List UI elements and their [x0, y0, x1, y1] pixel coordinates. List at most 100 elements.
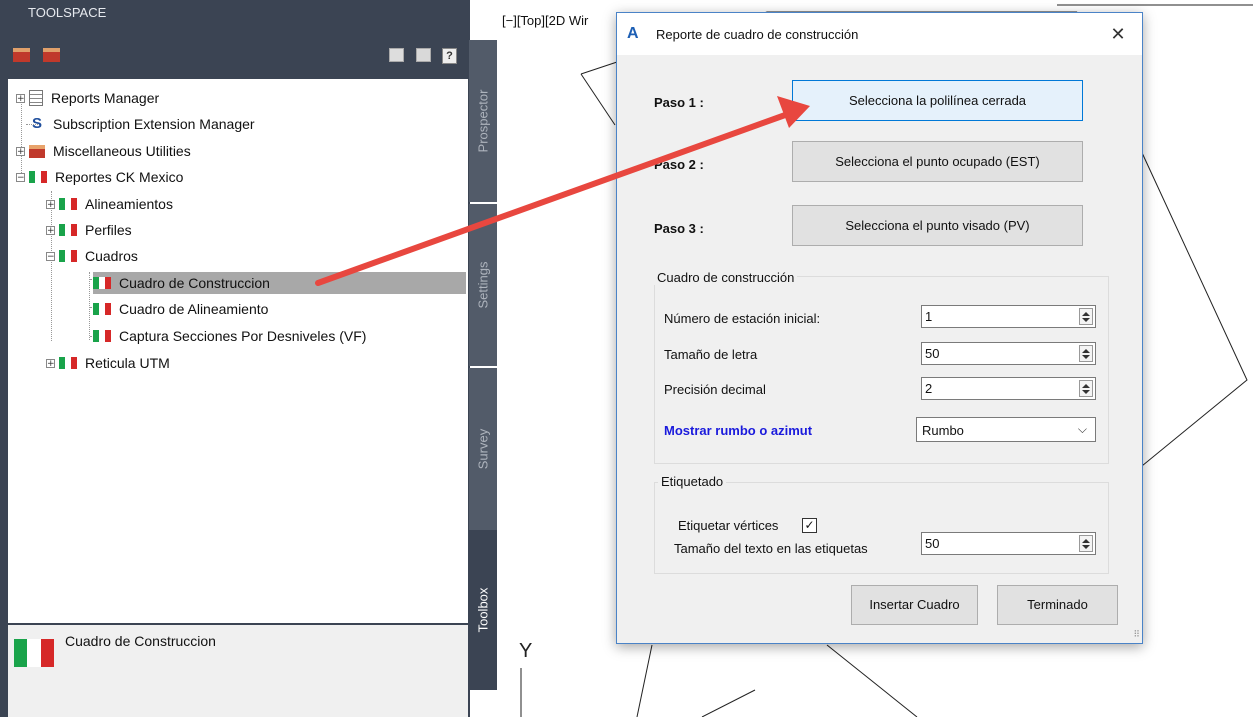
tab-toolbox[interactable]: Toolbox [469, 530, 497, 690]
rumbo-azimut-select[interactable]: Rumbo ⌵ [916, 417, 1096, 442]
list-view-icon[interactable] [416, 48, 431, 62]
expand-icon[interactable]: + [46, 225, 55, 235]
etiquetar-checkbox[interactable]: ✓ [802, 518, 817, 533]
insertar-cuadro-button[interactable]: Insertar Cuadro [851, 585, 978, 625]
mexico-flag-icon [29, 171, 47, 183]
chevron-down-icon: ⌵ [1077, 422, 1087, 436]
toolspace-title: TOOLSPACE [0, 0, 470, 38]
tree-item-label: Cuadros [85, 248, 138, 264]
paso2-label: Paso 2 : [654, 157, 704, 172]
tree-item-label: Alineamientos [85, 196, 173, 212]
tree-item-label: Perfiles [85, 222, 132, 238]
tree-item-subscription-extension-manager[interactable]: S Subscription Extension Manager [29, 113, 255, 135]
tree-item-label: Subscription Extension Manager [53, 116, 255, 132]
stepper-value: 50 [925, 346, 940, 361]
select-polyline-button[interactable]: Selecciona la polilínea cerrada [792, 80, 1083, 121]
expand-icon[interactable]: + [16, 93, 25, 103]
tree-item-label: Cuadro de Alineamiento [119, 301, 269, 317]
tab-prospector[interactable]: Prospector [469, 40, 497, 202]
toolbox-icon[interactable] [13, 48, 30, 62]
precision-label: Precisión decimal [664, 382, 766, 397]
tree-item-perfiles[interactable]: + Perfiles [46, 219, 132, 241]
spin-arrows-icon[interactable] [1079, 308, 1093, 325]
letra-label: Tamaño de letra [664, 347, 758, 362]
spin-arrows-icon[interactable] [1079, 380, 1093, 397]
tree-item-label: Miscellaneous Utilities [53, 143, 191, 159]
select-sighted-point-button[interactable]: Selecciona el punto visado (PV) [792, 205, 1083, 246]
mexico-flag-icon [59, 357, 77, 369]
ucs-y-label: Y [519, 640, 533, 662]
rumbo-label: Mostrar rumbo o azimut [664, 423, 813, 438]
tree-item-label: Reports Manager [51, 90, 160, 106]
item-detail-pane: Cuadro de Construccion [8, 625, 468, 717]
tree-view-icon[interactable] [389, 48, 404, 62]
etiquetar-label: Etiquetar vértices [678, 518, 779, 533]
spin-arrows-icon[interactable] [1079, 345, 1093, 362]
tree-item-label: Reticula UTM [85, 355, 170, 371]
tab-label: Toolbox [475, 587, 491, 633]
terminado-button[interactable]: Terminado [997, 585, 1118, 625]
toolspace-panel: TOOLSPACE ? + Reports Manager S Subscrip… [0, 0, 470, 717]
texto-etiquetas-label: Tamaño del texto en las etiquetas [674, 541, 868, 556]
mexico-flag-icon [59, 224, 77, 236]
viewport-controls[interactable]: [−][Top][2D Wir [502, 13, 588, 28]
toolbox-icon [29, 144, 45, 158]
toolspace-toolbar: ? [0, 40, 468, 74]
resize-grip-icon[interactable]: ⠿ [1133, 629, 1140, 640]
tree-item-reports-manager[interactable]: + Reports Manager [16, 87, 159, 109]
tree-item-cuadro-de-alineamiento[interactable]: Cuadro de Alineamiento [93, 298, 268, 320]
precision-stepper[interactable]: 2 [921, 377, 1096, 400]
expand-icon[interactable]: + [46, 358, 55, 368]
texto-etiquetas-stepper[interactable]: 50 [921, 532, 1096, 555]
mexico-flag-icon [59, 198, 77, 210]
tab-survey[interactable]: Survey [469, 368, 497, 530]
mexico-flag-icon [93, 303, 111, 315]
stepper-value: 1 [925, 309, 933, 324]
tab-settings[interactable]: Settings [469, 204, 497, 366]
letra-stepper[interactable]: 50 [921, 342, 1096, 365]
group-title: Cuadro de construcción [654, 270, 798, 285]
tree-item-reticula-utm[interactable]: + Reticula UTM [46, 352, 170, 374]
paso1-label: Paso 1 : [654, 95, 704, 110]
collapse-icon[interactable]: − [46, 251, 55, 261]
collapse-icon[interactable]: − [16, 172, 25, 182]
dialog-titlebar[interactable]: A Reporte de cuadro de construcción ✕ [617, 13, 1142, 55]
tree-item-label: Cuadro de Construccion [119, 275, 270, 291]
expand-icon[interactable]: + [16, 146, 25, 156]
tab-label: Survey [475, 428, 491, 470]
tree-item-alineamientos[interactable]: + Alineamientos [46, 193, 173, 215]
select-value: Rumbo [922, 423, 964, 438]
tree-item-miscellaneous-utilities[interactable]: + Miscellaneous Utilities [16, 140, 191, 162]
tree-item-cuadros[interactable]: − Cuadros [46, 245, 138, 267]
toolbox-edit-icon[interactable] [43, 48, 60, 62]
reporte-dialog: A Reporte de cuadro de construcción ✕ Pa… [616, 12, 1143, 644]
autocad-logo-icon: A [627, 25, 639, 42]
toolspace-tree: + Reports Manager S Subscription Extensi… [8, 79, 468, 623]
mexico-flag-icon [93, 330, 111, 342]
help-icon[interactable]: ? [442, 48, 457, 64]
expand-icon[interactable]: + [46, 199, 55, 209]
tree-item-reportes-ck-mexico[interactable]: − Reportes CK Mexico [16, 166, 183, 188]
estacion-stepper[interactable]: 1 [921, 305, 1096, 328]
estacion-label: Número de estación inicial: [664, 311, 821, 326]
report-icon [29, 90, 43, 106]
stepper-value: 50 [925, 536, 940, 551]
paso3-label: Paso 3 : [654, 221, 704, 236]
tab-label: Settings [475, 261, 491, 309]
tree-item-label: Reportes CK Mexico [55, 169, 184, 185]
tree-item-label: Captura Secciones Por Desniveles (VF) [119, 328, 367, 344]
select-occupied-point-button[interactable]: Selecciona el punto ocupado (EST) [792, 141, 1083, 182]
close-button[interactable]: ✕ [1104, 21, 1132, 47]
spin-arrows-icon[interactable] [1079, 535, 1093, 552]
mexico-flag-icon [93, 277, 111, 289]
mexico-flag-icon [14, 639, 54, 667]
tree-item-captura-secciones[interactable]: Captura Secciones Por Desniveles (VF) [93, 325, 366, 347]
dialog-title: Reporte de cuadro de construcción [656, 27, 859, 42]
stepper-value: 2 [925, 381, 933, 396]
mexico-flag-icon [59, 250, 77, 262]
detail-label: Cuadro de Construccion [65, 633, 216, 649]
tree-item-cuadro-de-construccion[interactable]: Cuadro de Construccion [93, 272, 466, 294]
tab-label: Prospector [475, 89, 491, 153]
s-icon: S [31, 115, 42, 132]
group-title: Etiquetado [658, 474, 727, 489]
